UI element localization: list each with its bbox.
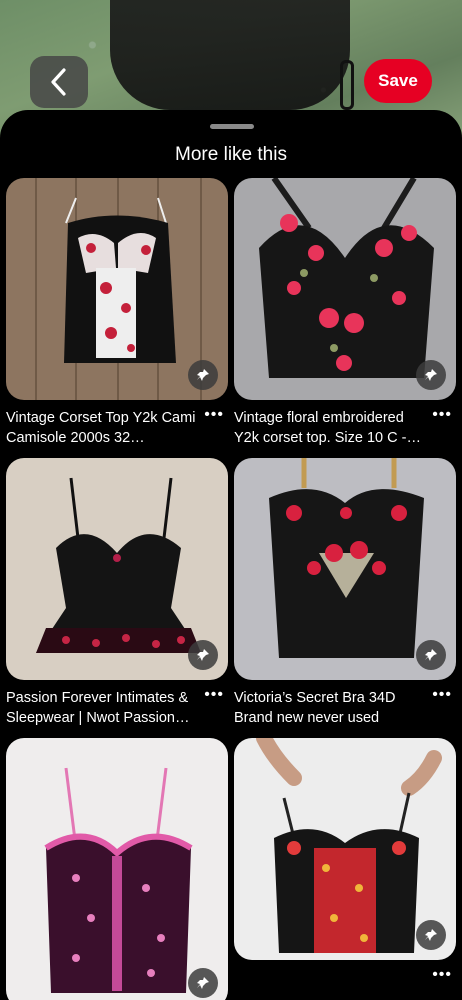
pin-quick-save[interactable] xyxy=(416,920,446,950)
pin-card[interactable]: ••• xyxy=(234,738,456,1000)
pin-icon xyxy=(197,369,209,381)
back-chevron-icon xyxy=(51,68,66,96)
pin-quick-save[interactable] xyxy=(188,968,218,998)
pin-title[interactable]: Vintage Corset Top Y2k Cami Camisole 200… xyxy=(6,408,202,448)
pin-meta: Vintage Corset Top Y2k Cami Camisole 200… xyxy=(6,407,228,448)
garment-strap xyxy=(340,60,354,110)
more-icon[interactable]: ••• xyxy=(432,687,452,703)
pin-title[interactable]: Victoria’s Secret Bra 34D Brand new neve… xyxy=(234,688,430,728)
pin-image[interactable] xyxy=(6,738,228,1000)
pin-card[interactable]: Vintage floral embroidered Y2k corset to… xyxy=(234,178,456,448)
pin-meta: Passion Forever Intimates & Sleepwear | … xyxy=(6,687,228,728)
pin-icon xyxy=(197,649,209,661)
pin-icon xyxy=(197,977,209,989)
pin-meta: ••• xyxy=(234,967,456,1000)
pin-quick-save[interactable] xyxy=(416,640,446,670)
pin-quick-save[interactable] xyxy=(416,360,446,390)
pin-title[interactable] xyxy=(234,968,430,1000)
pin-image[interactable] xyxy=(6,178,228,400)
pin-title[interactable]: Passion Forever Intimates & Sleepwear | … xyxy=(6,688,202,728)
pin-meta: Victoria’s Secret Bra 34D Brand new neve… xyxy=(234,687,456,728)
pin-image[interactable] xyxy=(234,738,456,960)
more-icon[interactable]: ••• xyxy=(204,687,224,703)
pin-image[interactable] xyxy=(234,178,456,400)
pin-icon xyxy=(425,369,437,381)
back-button[interactable] xyxy=(30,56,88,108)
pin-image[interactable] xyxy=(234,458,456,680)
pin-image[interactable] xyxy=(6,458,228,680)
pin-quick-save[interactable] xyxy=(188,640,218,670)
pin-quick-save[interactable] xyxy=(188,360,218,390)
more-icon[interactable]: ••• xyxy=(432,407,452,423)
pin-card[interactable]: Passion Forever Intimates & Sleepwear | … xyxy=(6,458,228,728)
garment-photo xyxy=(110,0,350,110)
save-button[interactable]: Save xyxy=(364,59,432,103)
pin-card[interactable]: Victoria’s Secret Bra 34D Brand new neve… xyxy=(234,458,456,728)
pin-card[interactable] xyxy=(6,738,228,1000)
pin-title[interactable]: Vintage floral embroidered Y2k corset to… xyxy=(234,408,430,448)
pin-meta: Vintage floral embroidered Y2k corset to… xyxy=(234,407,456,448)
more-icon[interactable]: ••• xyxy=(204,407,224,423)
more-like-this-sheet: More like this Vintage Corset Top Y2k Ca… xyxy=(0,110,462,1000)
sheet-drag-handle[interactable] xyxy=(210,124,254,129)
sheet-title: More like this xyxy=(175,144,287,165)
pin-card[interactable]: Vintage Corset Top Y2k Cami Camisole 200… xyxy=(6,178,228,448)
pin-icon xyxy=(425,929,437,941)
more-icon[interactable]: ••• xyxy=(432,967,452,983)
pin-icon xyxy=(425,649,437,661)
